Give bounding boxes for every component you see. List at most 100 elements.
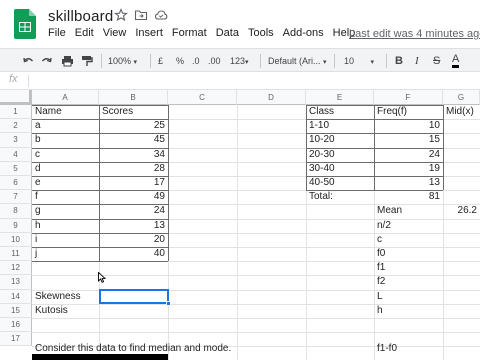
print-icon[interactable]	[61, 53, 74, 69]
table-row-score[interactable]: 25	[99, 119, 168, 133]
text-color-button[interactable]: A	[452, 53, 460, 68]
table-row-name[interactable]: g	[32, 204, 99, 218]
row-header[interactable]: 15	[0, 303, 32, 318]
cell-f8-mean[interactable]: Mean	[374, 204, 443, 218]
row-header[interactable]: 2	[0, 119, 32, 134]
table-row-name[interactable]: a	[32, 119, 99, 133]
table-row-class[interactable]: 1-10	[306, 119, 374, 133]
spreadsheet-grid[interactable]: A B C D E F G 1 2 3 4 5 6 7 8 9 10 11 12…	[0, 90, 480, 360]
table-row-name[interactable]: c	[32, 148, 99, 162]
table-row-name[interactable]: j	[32, 247, 99, 261]
cell-f13[interactable]: f2	[374, 275, 443, 289]
row-header[interactable]: 1	[0, 105, 32, 120]
cell-f10[interactable]: c	[374, 233, 443, 247]
table-row-name[interactable]: d	[32, 162, 99, 176]
row-header[interactable]: 17	[0, 332, 32, 347]
font-family-select[interactable]: Default (Ari... ▾	[268, 53, 327, 69]
table-row-score[interactable]: 34	[99, 148, 168, 162]
italic-button[interactable]: I	[415, 53, 419, 69]
selected-cell-b13[interactable]	[99, 289, 169, 305]
menu-file[interactable]: File	[48, 27, 66, 39]
row-header[interactable]: 6	[0, 176, 32, 191]
redo-icon[interactable]	[41, 53, 53, 69]
column-header-f[interactable]: F	[374, 90, 443, 105]
table-row-name[interactable]: f	[32, 190, 99, 204]
row-header[interactable]: 7	[0, 190, 32, 205]
cell-a14[interactable]: Kutosis	[32, 304, 99, 318]
table-row-freq[interactable]: 15	[374, 133, 443, 147]
cell-f11[interactable]: f0	[374, 247, 443, 261]
row-header[interactable]: 8	[0, 204, 32, 219]
table-row-class[interactable]: 30-40	[306, 162, 374, 176]
paint-format-icon[interactable]	[81, 53, 93, 69]
strikethrough-button[interactable]: S	[433, 53, 440, 69]
cell-f15[interactable]: h	[374, 304, 443, 318]
menu-insert[interactable]: Insert	[135, 27, 163, 39]
cell-b1[interactable]: Scores	[99, 105, 168, 119]
table-row-score[interactable]: 28	[99, 162, 168, 176]
table-row-score[interactable]: 40	[99, 247, 168, 261]
table-row-score[interactable]: 24	[99, 204, 168, 218]
menu-edit[interactable]: Edit	[75, 27, 94, 39]
table-row-name[interactable]: h	[32, 219, 99, 233]
cell-a13[interactable]: Skewness	[32, 290, 99, 304]
row-header[interactable]: 3	[0, 133, 32, 148]
table-row-score[interactable]: 17	[99, 176, 168, 190]
percent-format-button[interactable]: %	[176, 53, 184, 69]
column-header-d[interactable]: D	[237, 90, 306, 105]
column-header-e[interactable]: E	[306, 90, 374, 105]
cell-g1[interactable]: Mid(x)	[443, 105, 480, 119]
row-header[interactable]: 11	[0, 247, 32, 262]
table-row-name[interactable]: i	[32, 233, 99, 247]
fill-handle[interactable]	[165, 300, 171, 306]
column-header-b[interactable]: B	[99, 90, 168, 105]
currency-format-button[interactable]: £	[158, 53, 163, 69]
table-row-class[interactable]: 20-30	[306, 148, 374, 162]
row-header[interactable]: 10	[0, 232, 32, 247]
menu-data[interactable]: Data	[216, 27, 239, 39]
last-edit-link[interactable]: Last edit was 4 minutes ago	[349, 28, 480, 40]
undo-icon[interactable]	[22, 53, 34, 69]
column-header-g[interactable]: G	[443, 90, 480, 105]
row-header[interactable]: 12	[0, 261, 32, 276]
zoom-select[interactable]: 100% ▾	[108, 53, 137, 69]
table-row-score[interactable]: 20	[99, 233, 168, 247]
row-header[interactable]: 14	[0, 289, 32, 304]
star-icon[interactable]	[114, 8, 128, 22]
row-header[interactable]: 4	[0, 147, 32, 162]
menu-view[interactable]: View	[103, 27, 127, 39]
menu-addons[interactable]: Add-ons	[283, 27, 324, 39]
cell-f1[interactable]: Freq(f)	[374, 105, 443, 119]
column-header-a[interactable]: A	[32, 90, 99, 105]
table-row-freq[interactable]: 13	[374, 176, 443, 190]
cell-g8-mean-value[interactable]: 26.2	[443, 204, 480, 218]
menu-tools[interactable]: Tools	[248, 27, 274, 39]
cloud-status-icon[interactable]	[154, 8, 168, 22]
table-row-score[interactable]: 45	[99, 133, 168, 147]
document-title[interactable]: skillboard	[48, 8, 113, 25]
table-row-freq[interactable]: 19	[374, 162, 443, 176]
table-row-score[interactable]: 13	[99, 219, 168, 233]
sheets-logo-icon[interactable]	[14, 9, 36, 39]
cell-f14[interactable]: L	[374, 290, 443, 304]
increase-decimal-button[interactable]: .00	[208, 53, 221, 69]
cell-f7-total-value[interactable]: 81	[374, 190, 443, 204]
table-row-class[interactable]: 40-50	[306, 176, 374, 190]
table-row-name[interactable]: e	[32, 176, 99, 190]
bold-button[interactable]: B	[395, 53, 403, 69]
table-row-freq[interactable]: 10	[374, 119, 443, 133]
cell-f9[interactable]: n/2	[374, 219, 443, 233]
cell-a1[interactable]: Name	[32, 105, 99, 119]
table-row-class[interactable]: 10-20	[306, 133, 374, 147]
cell-f12[interactable]: f1	[374, 261, 443, 275]
cell-f17[interactable]: f1-f0	[374, 342, 443, 356]
row-header[interactable]: 16	[0, 318, 32, 333]
row-header[interactable]: 13	[0, 275, 32, 290]
decrease-decimal-button[interactable]: .0	[192, 53, 200, 69]
table-row-freq[interactable]: 24	[374, 148, 443, 162]
row-header[interactable]: 9	[0, 218, 32, 233]
table-row-name[interactable]: b	[32, 133, 99, 147]
menu-format[interactable]: Format	[172, 27, 207, 39]
cell-e1[interactable]: Class	[306, 105, 374, 119]
select-all-corner[interactable]	[0, 90, 32, 105]
